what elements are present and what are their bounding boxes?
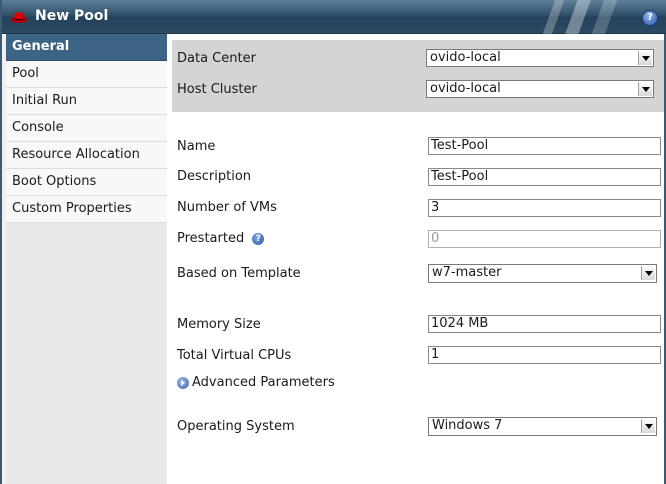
datacenter-cluster-band: Data Center ovido-local Host Cluster ovi… bbox=[172, 40, 664, 112]
sidebar-item-boot-options[interactable]: Boot Options bbox=[6, 169, 167, 196]
chevron-down-icon[interactable] bbox=[638, 51, 652, 65]
advanced-parameters-label[interactable]: Advanced Parameters bbox=[192, 375, 335, 390]
help-icon[interactable]: ? bbox=[642, 10, 658, 26]
dialog-title: New Pool bbox=[35, 8, 109, 24]
host-cluster-value: ovido-local bbox=[430, 81, 501, 96]
template-select[interactable]: w7-master bbox=[428, 264, 657, 283]
num-vms-label: Number of VMs bbox=[177, 200, 277, 215]
os-value: Windows 7 bbox=[432, 418, 503, 433]
general-panel: Data Center ovido-local Host Cluster ovi… bbox=[167, 34, 664, 484]
chevron-down-icon[interactable] bbox=[638, 82, 652, 96]
advanced-parameters-toggle[interactable]: Advanced Parameters bbox=[177, 375, 335, 390]
host-cluster-label: Host Cluster bbox=[177, 82, 257, 97]
template-label: Based on Template bbox=[177, 266, 301, 281]
chevron-down-icon[interactable] bbox=[641, 419, 655, 433]
sidebar-item-initial-run[interactable]: Initial Run bbox=[6, 88, 167, 115]
os-label: Operating System bbox=[177, 419, 295, 434]
sidebar-item-console[interactable]: Console bbox=[6, 115, 167, 142]
data-center-label: Data Center bbox=[177, 51, 256, 66]
redhat-logo-icon bbox=[10, 12, 28, 23]
sidebar-item-resource-allocation[interactable]: Resource Allocation bbox=[6, 142, 167, 169]
new-pool-dialog: New Pool ? General Pool Initial Run Cons… bbox=[0, 0, 666, 484]
title-decoration bbox=[518, 0, 638, 34]
sidebar-item-custom-properties[interactable]: Custom Properties bbox=[6, 196, 167, 223]
name-label: Name bbox=[177, 139, 216, 154]
name-input[interactable]: Test-Pool bbox=[428, 137, 661, 155]
memory-label: Memory Size bbox=[177, 317, 261, 332]
template-value: w7-master bbox=[432, 265, 502, 280]
title-bar: New Pool ? bbox=[2, 0, 666, 34]
prestarted-input: 0 bbox=[428, 230, 661, 248]
description-input[interactable]: Test-Pool bbox=[428, 168, 661, 186]
host-cluster-select[interactable]: ovido-local bbox=[426, 80, 654, 98]
cpus-label: Total Virtual CPUs bbox=[177, 348, 292, 363]
num-vms-input[interactable]: 3 bbox=[428, 199, 661, 217]
sidebar: General Pool Initial Run Console Resourc… bbox=[6, 34, 167, 484]
expand-arrow-icon[interactable] bbox=[177, 376, 189, 389]
os-select[interactable]: Windows 7 bbox=[428, 417, 657, 436]
chevron-down-icon[interactable] bbox=[641, 266, 655, 280]
description-label: Description bbox=[177, 169, 252, 184]
memory-input[interactable]: 1024 MB bbox=[428, 315, 661, 333]
prestarted-row: Prestarted? bbox=[177, 231, 265, 246]
prestarted-label: Prestarted bbox=[177, 231, 245, 246]
sidebar-item-general[interactable]: General bbox=[6, 34, 167, 61]
info-icon[interactable]: ? bbox=[252, 232, 265, 245]
data-center-value: ovido-local bbox=[430, 50, 501, 65]
sidebar-item-pool[interactable]: Pool bbox=[6, 61, 167, 88]
cpus-input[interactable]: 1 bbox=[428, 346, 661, 364]
data-center-select[interactable]: ovido-local bbox=[426, 49, 654, 67]
